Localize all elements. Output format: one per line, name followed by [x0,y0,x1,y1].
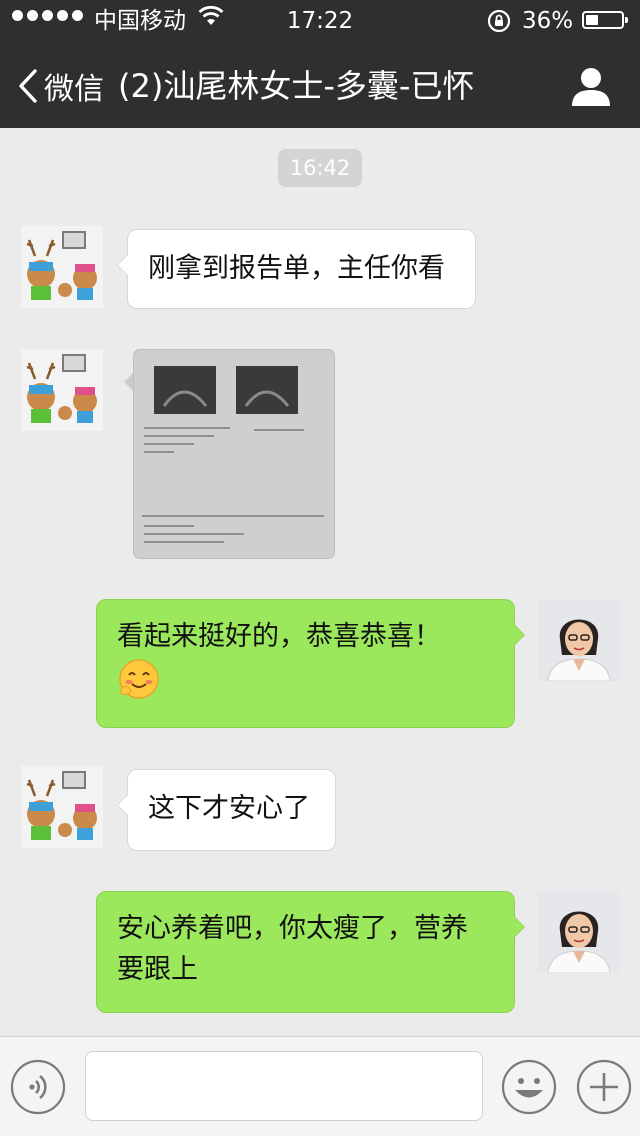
outgoing-message-bubble[interactable]: 看起来挺好的，恭喜恭喜！ [96,599,525,728]
blush-smile-emoji [117,657,161,701]
message-text: 这下才安心了 [148,793,310,824]
bubble-tail [513,916,524,938]
message-text: 安心养着吧，你太瘦了，营养要跟上 [117,913,468,985]
message-text: 看起来挺好的，恭喜恭喜！ [117,621,441,652]
bubble-tail [513,624,524,646]
message-timestamp: 16:42 [278,149,362,187]
battery-icon [582,11,628,29]
ultrasound-report-photo[interactable] [134,350,334,558]
input-bar [0,1036,640,1136]
battery-nub [625,17,628,23]
message-input[interactable] [85,1051,483,1121]
message-text: 刚拿到报告单，主任你看 [148,253,445,284]
chat-title: (2)汕尾林女士-多囊-已怀 [118,67,475,105]
chat-area[interactable]: 16:42 刚拿到报告单，主任你看 看起来挺好的，恭喜恭喜！ 这下才安心了 安心… [0,128,640,1036]
back-label: 微信 [44,72,104,107]
voice-icon[interactable] [10,1059,66,1115]
status-bar: 中国移动 17:22 36% [0,0,640,40]
contact-avatar[interactable] [21,766,103,848]
plus-icon[interactable] [576,1059,632,1115]
outgoing-message-bubble[interactable]: 安心养着吧，你太瘦了，营养要跟上 [96,891,525,1013]
incoming-message-bubble[interactable]: 这下才安心了 [117,769,336,851]
chevron-left-icon [19,69,37,103]
my-avatar[interactable] [538,599,620,681]
bubble-tail [118,794,129,816]
smiley-icon[interactable] [501,1059,557,1115]
bubble-tail [118,254,129,276]
battery-percent: 36% [522,8,574,34]
person-icon[interactable] [566,62,616,112]
image-bubble-tail [124,372,134,392]
navigation-bar: 微信 (2)汕尾林女士-多囊-已怀 [0,40,640,128]
contact-avatar[interactable] [21,349,103,431]
back-button[interactable]: 微信 [18,64,104,108]
rotation-lock-icon [486,8,512,38]
battery-fill [586,15,598,25]
my-avatar[interactable] [538,891,620,973]
contact-avatar[interactable] [21,226,103,308]
incoming-message-bubble[interactable]: 刚拿到报告单，主任你看 [117,229,476,309]
